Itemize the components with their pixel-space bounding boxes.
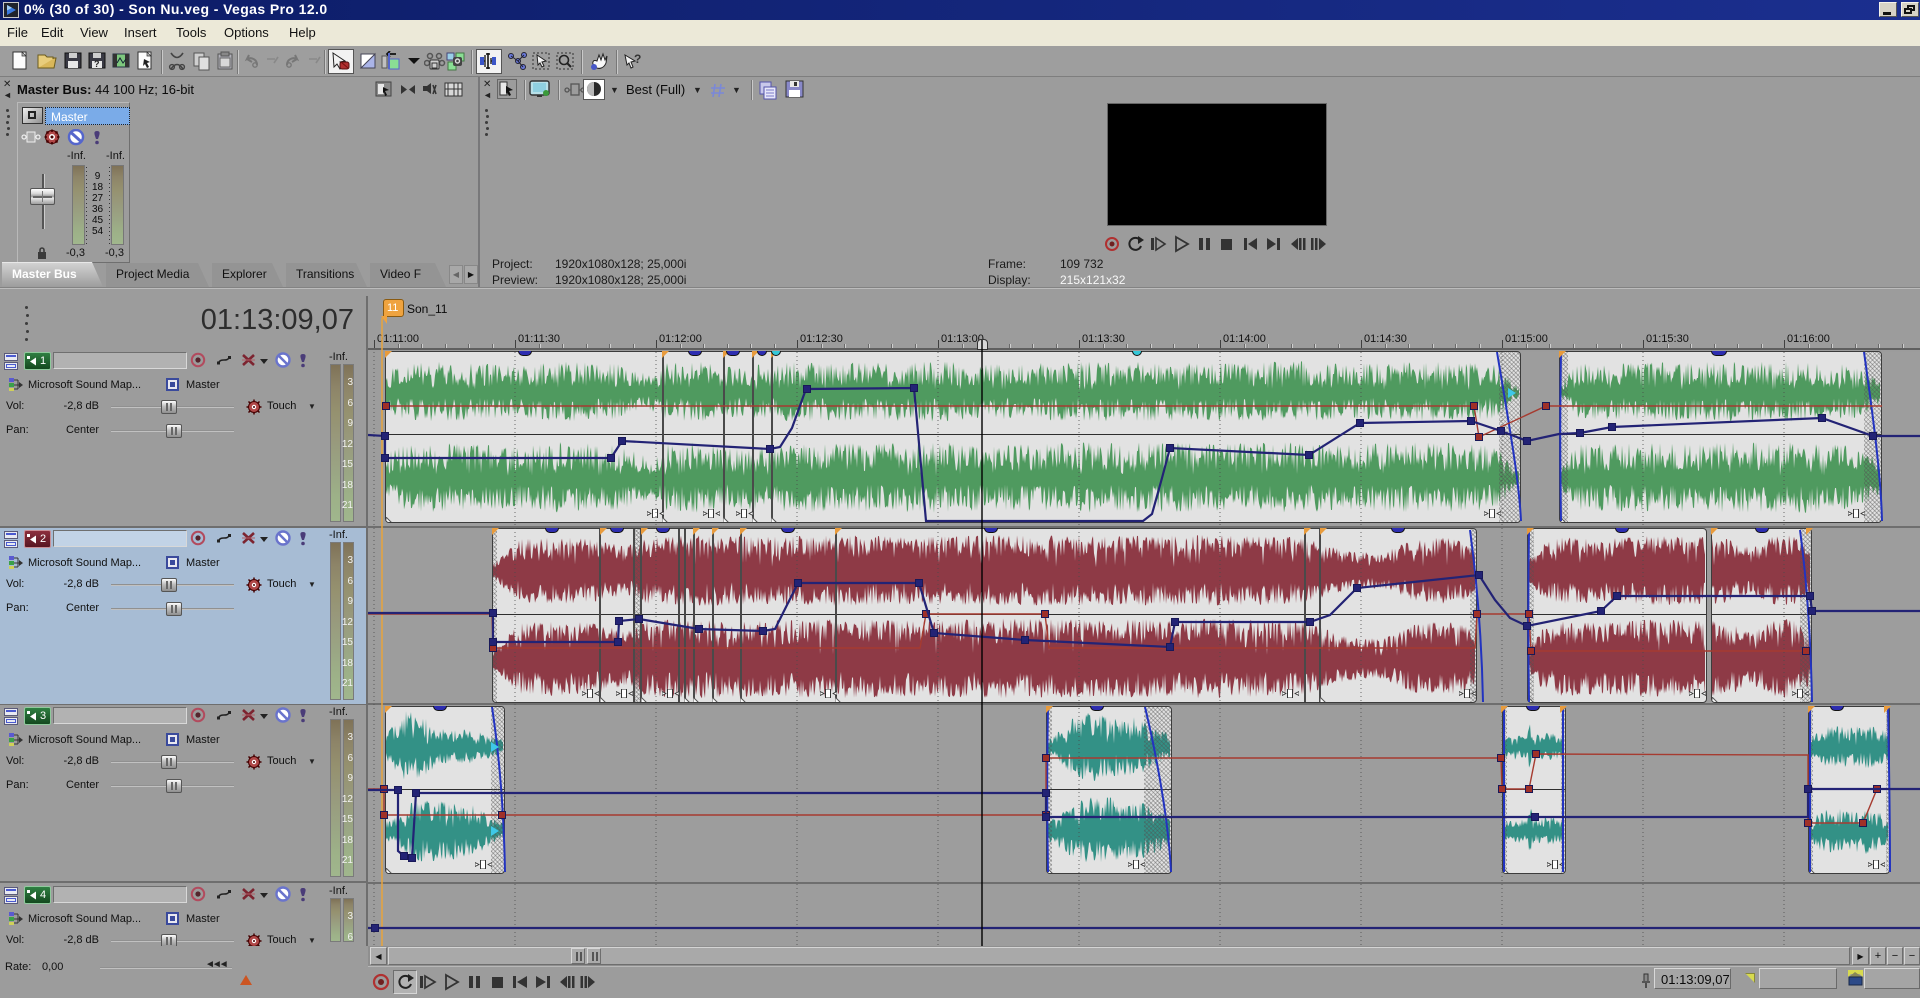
svg-text:?: ? (634, 52, 641, 66)
svg-text:?: ? (94, 59, 100, 69)
